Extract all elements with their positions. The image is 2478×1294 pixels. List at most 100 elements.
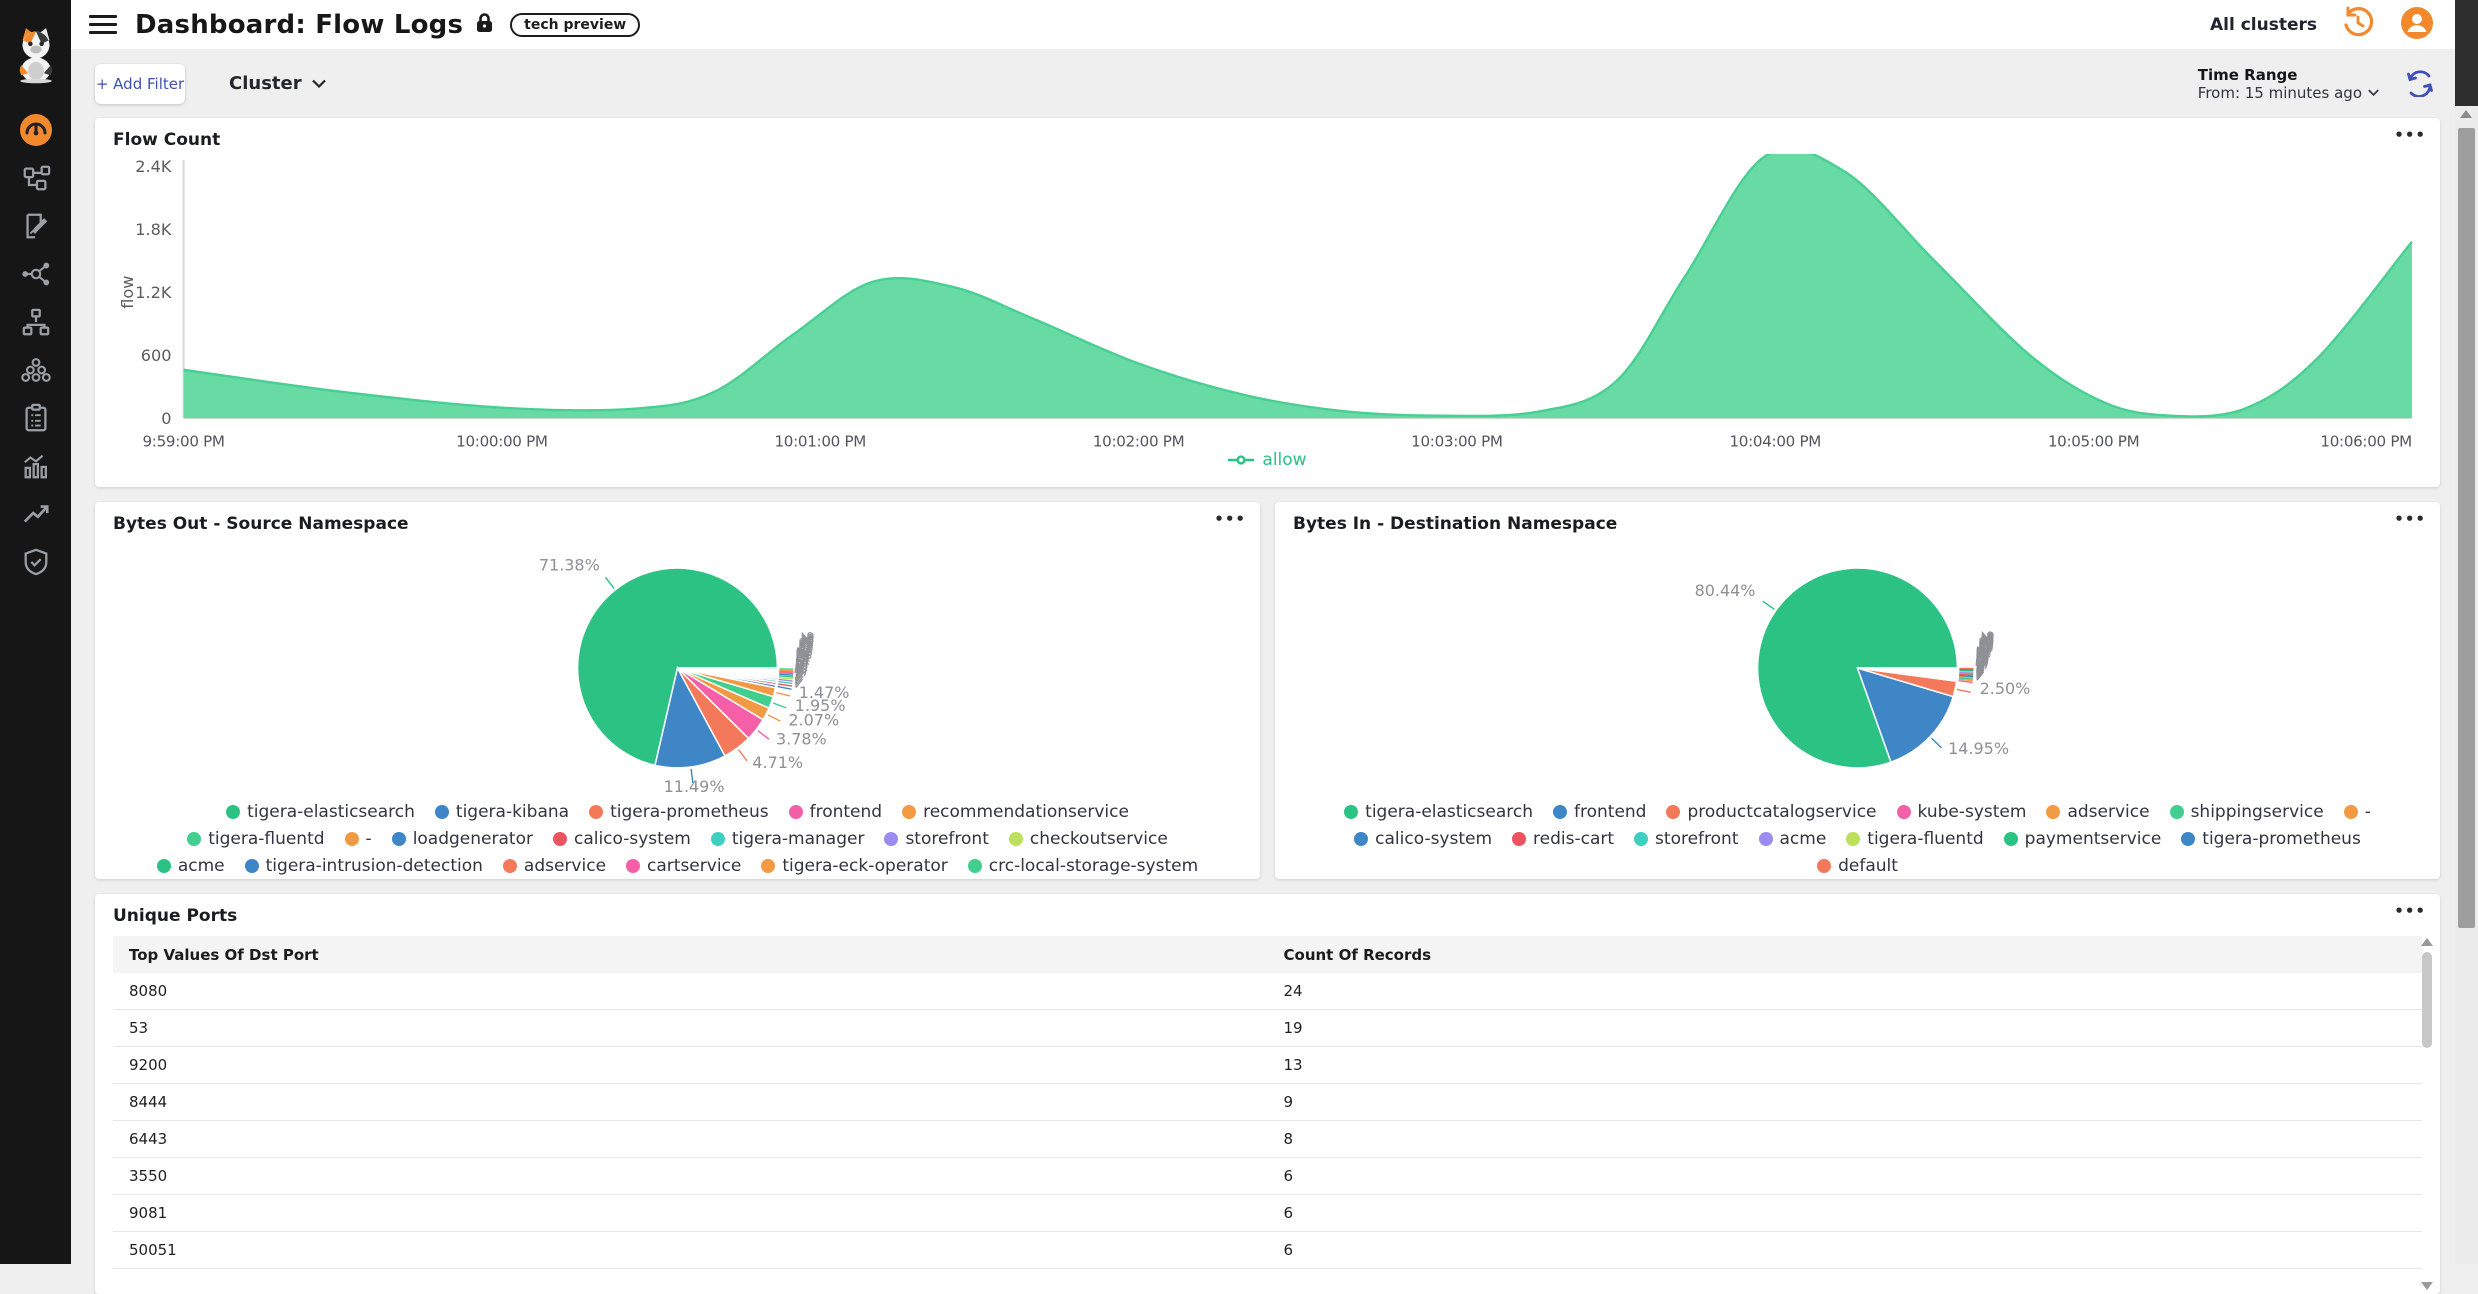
panel-menu-icon[interactable]: ••• (2394, 510, 2426, 528)
legend-dot-icon (2046, 805, 2060, 819)
legend-label: default (1838, 856, 1898, 876)
top-bar: Dashboard: Flow Logs tech preview All cl… (71, 0, 2455, 49)
legend-item[interactable]: frontend (1553, 802, 1646, 822)
legend-dot-icon (553, 832, 567, 846)
dashboard-gauge-icon (18, 112, 54, 148)
panel-menu-icon[interactable]: ••• (2394, 126, 2426, 144)
all-clusters-selector[interactable]: All clusters (2210, 15, 2317, 35)
legend-item[interactable]: tigera-manager (711, 829, 865, 849)
legend-item[interactable]: recommendationservice (902, 802, 1129, 822)
legend-item[interactable]: tigera-fluentd (187, 829, 324, 849)
legend-item[interactable]: productcatalogservice (1666, 802, 1876, 822)
legend-item[interactable]: tigera-eck-operator (761, 856, 947, 876)
legend-item[interactable]: storefront (884, 829, 988, 849)
pie-slice-default[interactable] (1858, 668, 1958, 669)
legend-dot-icon (1897, 805, 1911, 819)
legend-item[interactable]: default (1817, 856, 1898, 876)
add-filter-button[interactable]: + Add Filter (95, 64, 185, 104)
sidebar-item-metrics[interactable] (0, 442, 71, 490)
legend-dot-icon (589, 805, 603, 819)
legend-dot-icon (1344, 805, 1358, 819)
legend-item[interactable]: - (2344, 802, 2371, 822)
legend-item[interactable]: paymentservice (2004, 829, 2162, 849)
page-title: Dashboard: Flow Logs (135, 10, 463, 40)
refresh-button[interactable] (2405, 67, 2435, 100)
document-edit-icon (21, 211, 51, 241)
legend-item[interactable]: shippingservice (2170, 802, 2324, 822)
legend-item[interactable]: storefront (1634, 829, 1738, 849)
legend-item[interactable]: frontend (789, 802, 882, 822)
legend-label: tigera-kibana (456, 802, 569, 822)
table-scrollbar[interactable] (2420, 938, 2434, 1290)
legend-label: tigera-prometheus (610, 802, 769, 822)
legend-item[interactable]: cartservice (626, 856, 741, 876)
calico-cat-logo[interactable] (9, 8, 63, 100)
flow-legend-allow[interactable]: allow (113, 450, 2422, 470)
table-scroll-thumb[interactable] (2422, 952, 2432, 1048)
scrollbar-thumb[interactable] (2458, 128, 2475, 928)
cluster-dropdown[interactable]: Cluster (229, 73, 326, 94)
legend-item[interactable]: calico-system (553, 829, 691, 849)
legend-item[interactable]: tigera-intrusion-detection (245, 856, 483, 876)
sidebar-item-policies[interactable] (0, 202, 71, 250)
legend-item[interactable]: tigera-elasticsearch (226, 802, 415, 822)
legend-item[interactable]: checkoutservice (1009, 829, 1168, 849)
legend-item[interactable]: tigera-kibana (435, 802, 569, 822)
bytes-out-pie-chart: 71.38%11.49%4.71%3.78%2.07%1.95%1.47%<1%… (113, 538, 1242, 798)
legend-item[interactable]: - (345, 829, 372, 849)
pie-label: 11.49% (664, 777, 725, 796)
panel-menu-icon[interactable]: ••• (1214, 510, 1246, 528)
sidebar-item-trends[interactable] (0, 490, 71, 538)
table-scroll-up-arrow[interactable] (2421, 938, 2433, 946)
sidebar-item-flows[interactable] (0, 154, 71, 202)
legend-item[interactable]: adservice (503, 856, 606, 876)
legend-dot-icon (2181, 832, 2195, 846)
legend-label: adservice (2067, 802, 2149, 822)
main-content: Dashboard: Flow Logs tech preview All cl… (71, 0, 2455, 1264)
table-row: 5319 (113, 1010, 2422, 1047)
sidebar-item-service-graph[interactable] (0, 250, 71, 298)
legend-item[interactable]: acme (157, 856, 225, 876)
history-icon[interactable] (2341, 6, 2375, 44)
legend-item[interactable]: redis-cart (1512, 829, 1614, 849)
user-avatar[interactable] (2399, 5, 2435, 45)
legend-item[interactable]: tigera-prometheus (589, 802, 769, 822)
sidebar-item-clusters[interactable] (0, 346, 71, 394)
sidebar-item-dashboards[interactable] (0, 106, 71, 154)
bytes-in-panel: Bytes In - Destination Namespace ••• 80.… (1275, 502, 2440, 879)
panel-menu-icon[interactable]: ••• (2394, 902, 2426, 920)
legend-item[interactable]: crc-local-storage-system (968, 856, 1198, 876)
page-scrollbar[interactable] (2455, 0, 2478, 1264)
legend-item[interactable]: acme (1759, 829, 1827, 849)
svg-text:flow: flow (118, 276, 137, 309)
sidebar-item-network[interactable] (0, 298, 71, 346)
legend-item[interactable]: calico-system (1354, 829, 1492, 849)
time-range-value: From: 15 minutes ago (2198, 84, 2362, 102)
legend-dot-icon (187, 832, 201, 846)
legend-item[interactable]: tigera-fluentd (1846, 829, 1983, 849)
scrollbar-up-arrow[interactable] (2460, 110, 2472, 118)
table-cell: 9 (1268, 1093, 2423, 1111)
sidebar-item-compliance[interactable] (0, 394, 71, 442)
legend-item[interactable]: tigera-prometheus (2181, 829, 2361, 849)
legend-label: shippingservice (2191, 802, 2324, 822)
legend-label: loadgenerator (413, 829, 533, 849)
hamburger-menu-icon[interactable] (89, 10, 117, 39)
filter-toolbar: + Add Filter Cluster Time Range From: 15… (71, 49, 2455, 118)
legend-item[interactable]: loadgenerator (392, 829, 533, 849)
sidebar-item-security[interactable] (0, 538, 71, 586)
legend-item[interactable]: tigera-elasticsearch (1344, 802, 1533, 822)
table-scroll-down-arrow[interactable] (2421, 1282, 2433, 1290)
bytes-out-legend: tigera-elasticsearch tigera-kibana tigera-… (148, 802, 1208, 876)
table-column-header[interactable]: Count Of Records (1268, 946, 2423, 964)
pie-label: 4.71% (752, 753, 803, 772)
time-range-control[interactable]: Time Range From: 15 minutes ago (2198, 66, 2379, 102)
unique-ports-table: Top Values Of Dst PortCount Of Records80… (113, 936, 2422, 1269)
table-row: 920013 (113, 1047, 2422, 1084)
legend-item[interactable]: kube-system (1897, 802, 2027, 822)
table-column-header[interactable]: Top Values Of Dst Port (113, 946, 1268, 964)
legend-item[interactable]: adservice (2046, 802, 2149, 822)
tech-preview-badge: tech preview (510, 13, 640, 37)
legend-label: frontend (810, 802, 882, 822)
sidebar-nav (0, 106, 71, 586)
